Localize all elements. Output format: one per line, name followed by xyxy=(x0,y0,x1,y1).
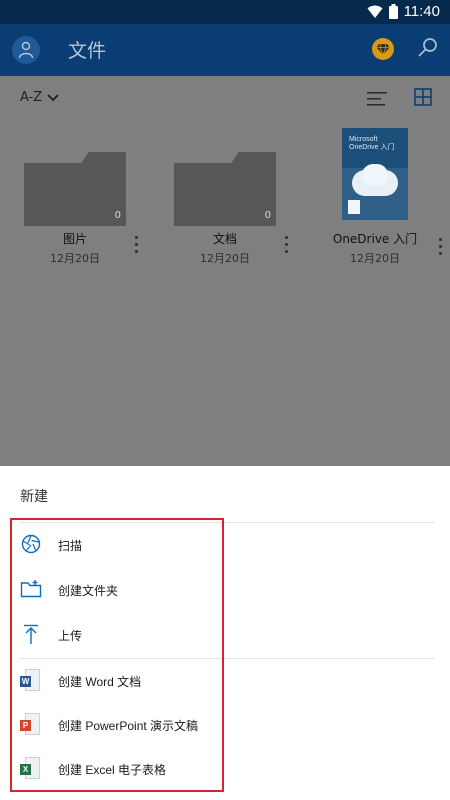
chevron-down-icon xyxy=(47,93,59,101)
premium-diamond-icon[interactable] xyxy=(372,38,394,60)
item-count: 0 xyxy=(114,210,121,221)
new-bottom-sheet: 新建 扫描 创建文件夹 上传 W 创建 Word 文档 P 创建 PowerPo… xyxy=(0,466,450,800)
folder-icon: 0 xyxy=(24,152,126,226)
more-options-icon[interactable] xyxy=(284,236,288,254)
clock: 11:40 xyxy=(403,3,440,20)
folder-tile[interactable]: 0 图片 12月20日 xyxy=(24,132,138,272)
page-title: 文件 xyxy=(68,40,107,62)
file-name: 图片 xyxy=(62,232,87,246)
file-name: 文档 xyxy=(212,232,237,246)
account-avatar[interactable] xyxy=(12,36,40,64)
more-options-icon[interactable] xyxy=(134,236,138,254)
person-icon xyxy=(18,41,34,59)
wifi-icon xyxy=(367,5,383,18)
sheet-title: 新建 xyxy=(20,489,48,505)
highlight-annotation xyxy=(10,518,224,792)
list-view-icon[interactable] xyxy=(367,91,389,107)
item-count: 0 xyxy=(264,210,271,221)
file-name: OneDrive 入门 xyxy=(332,232,418,246)
more-options-icon[interactable] xyxy=(438,238,442,256)
sort-label: A-Z xyxy=(20,90,43,105)
battery-icon xyxy=(388,4,398,19)
file-date: 12月20日 xyxy=(350,252,400,265)
folder-icon: 0 xyxy=(174,152,276,226)
grid-view-icon[interactable] xyxy=(414,88,432,106)
document-tile[interactable]: Microsoft OneDrive 入门 OneDrive 入门 12月20日 xyxy=(322,128,442,268)
file-date: 12月20日 xyxy=(200,252,250,265)
search-icon[interactable] xyxy=(417,37,439,59)
sort-button[interactable]: A-Z xyxy=(20,90,59,105)
file-date: 12月20日 xyxy=(50,252,100,265)
document-thumbnail: Microsoft OneDrive 入门 xyxy=(342,128,408,220)
app-bar: 文件 xyxy=(0,24,450,76)
folder-tile[interactable]: 0 文档 12月20日 xyxy=(174,132,288,272)
status-bar: 11:40 xyxy=(0,0,450,24)
